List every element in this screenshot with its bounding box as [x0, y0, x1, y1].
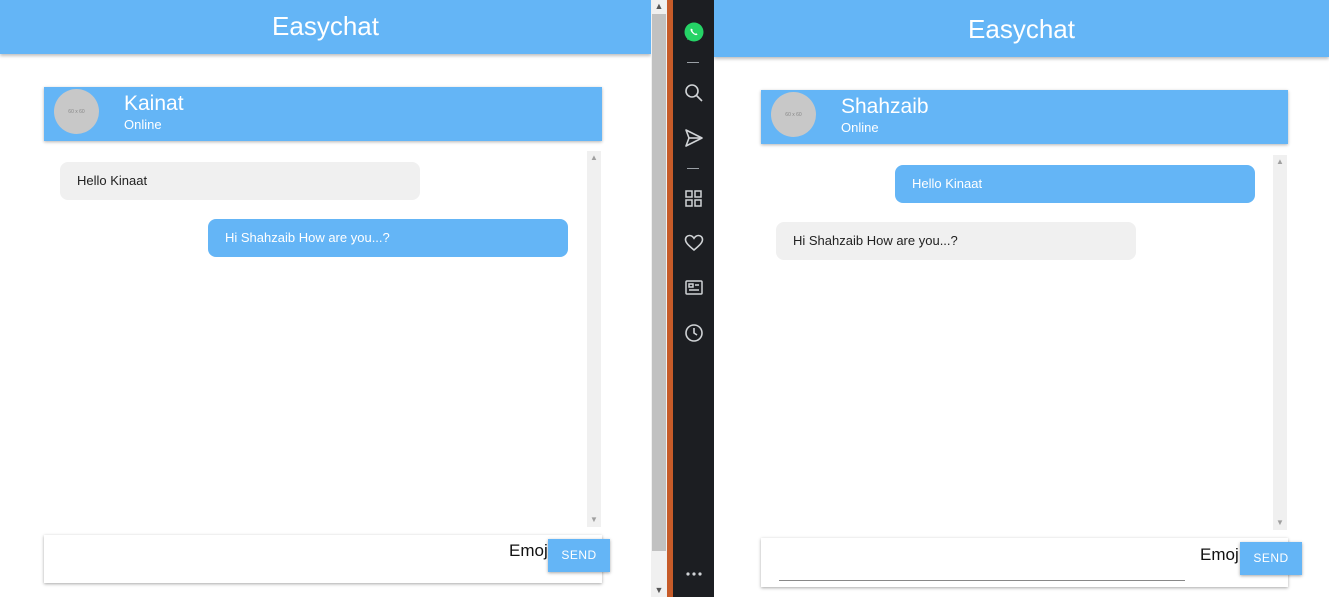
send-button[interactable]: SEND [548, 539, 610, 572]
message-incoming: Hi Shahzaib How are you...? [776, 222, 1136, 260]
emoji-button[interactable]: Emoj [1200, 545, 1239, 565]
browser-sidebar [673, 0, 714, 597]
message-list: Hello Kinaat Hi Shahzaib How are you...? [44, 151, 587, 527]
message-scrollbar[interactable]: ▲ ▼ [587, 151, 601, 527]
send-button[interactable]: SEND [1240, 542, 1302, 575]
contact-status: Online [124, 117, 162, 132]
news-icon[interactable] [683, 277, 705, 299]
scroll-up-icon[interactable]: ▲ [1273, 156, 1287, 168]
app-title-bar: Easychat [0, 0, 651, 54]
search-icon[interactable] [683, 82, 705, 104]
chat-window-kainat: Easychat 60 x 60 Kainat Online Hello Kin… [0, 0, 651, 597]
scrollbar-thumb[interactable] [652, 14, 666, 551]
scroll-down-icon[interactable]: ▼ [587, 514, 601, 526]
screen: Easychat 60 x 60 Kainat Online Hello Kin… [0, 0, 1329, 597]
message-incoming: Hello Kinaat [60, 162, 420, 200]
scroll-up-icon[interactable]: ▲ [651, 0, 667, 13]
message-scrollbar[interactable]: ▲ ▼ [1273, 155, 1287, 530]
avatar[interactable]: 60 x 60 [771, 92, 816, 137]
chat-header: 60 x 60 Kainat Online [44, 87, 602, 141]
page-scrollbar[interactable]: ▲ ▼ [651, 0, 667, 597]
more-icon[interactable] [683, 563, 705, 585]
whatsapp-icon[interactable] [683, 21, 705, 43]
emoji-button[interactable]: Emoj [509, 541, 548, 561]
app-title-bar: Easychat [714, 0, 1329, 57]
message-composer: Emoj SEND [44, 535, 610, 583]
send-icon[interactable] [683, 127, 705, 149]
sidebar-divider [687, 62, 699, 63]
message-outgoing: Hi Shahzaib How are you...? [208, 219, 568, 257]
contact-status: Online [841, 120, 879, 135]
apps-icon[interactable] [683, 187, 705, 209]
scroll-down-icon[interactable]: ▼ [1273, 517, 1287, 529]
scroll-up-icon[interactable]: ▲ [587, 152, 601, 164]
contact-name: Shahzaib [841, 95, 929, 118]
sidebar-divider [687, 168, 699, 169]
clock-icon[interactable] [683, 322, 705, 344]
scroll-down-icon[interactable]: ▼ [651, 584, 667, 597]
contact-name: Kainat [124, 92, 184, 115]
chat-header: 60 x 60 Shahzaib Online [761, 90, 1288, 144]
message-list: Hello Kinaat Hi Shahzaib How are you...? [761, 155, 1273, 530]
message-composer: Emoj SEND [761, 538, 1302, 587]
heart-icon[interactable] [683, 232, 705, 254]
chat-window-shahzaib: Easychat 60 x 60 Shahzaib Online Hello K… [714, 0, 1329, 597]
message-input[interactable] [62, 541, 502, 577]
message-input[interactable] [779, 544, 1185, 581]
message-outgoing: Hello Kinaat [895, 165, 1255, 203]
avatar[interactable]: 60 x 60 [54, 89, 99, 134]
